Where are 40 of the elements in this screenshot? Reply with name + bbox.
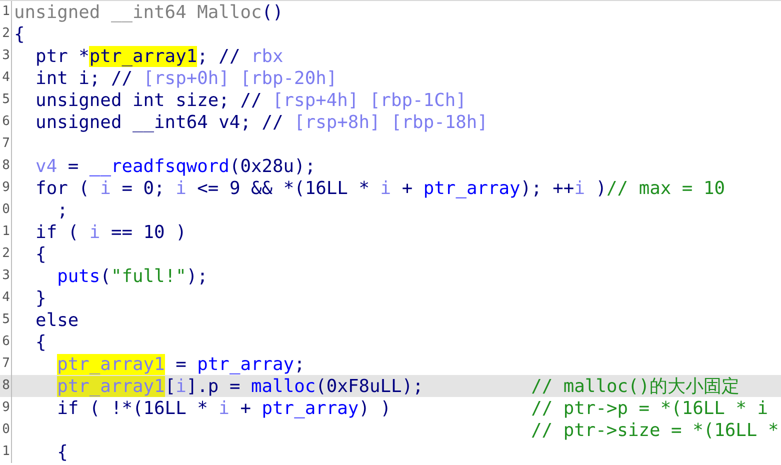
line-number: 6 bbox=[0, 111, 12, 133]
line-number: 1 bbox=[0, 1, 12, 23]
line-number: 4 bbox=[0, 287, 12, 309]
line-number: 1 bbox=[0, 221, 12, 243]
code-line: ptr_array1[i].p = malloc(0xF8uLL); // malloc()的大小固定 bbox=[56, 375, 740, 398]
line-number: 8 bbox=[0, 155, 12, 177]
line-number: 2 bbox=[0, 23, 12, 45]
code-line: ptr_array1 = ptr_array; bbox=[56, 354, 305, 374]
code-line: ptr *ptr_array1; // rbx bbox=[34, 46, 284, 66]
code-line: else bbox=[34, 310, 79, 330]
line-number: 9 bbox=[0, 177, 12, 199]
code-line: } bbox=[34, 288, 46, 308]
code-line: { bbox=[34, 332, 46, 352]
code-line: { bbox=[56, 442, 68, 462]
code-line: ; bbox=[56, 200, 68, 220]
line-number: 2 bbox=[0, 243, 12, 265]
line-number: 3 bbox=[0, 45, 12, 67]
line-number: 0 bbox=[0, 199, 12, 221]
line-number: 1 bbox=[0, 441, 12, 463]
code-line: unsigned __int64 Malloc() bbox=[13, 2, 284, 22]
code-line: int i; // [rsp+0h] [rbp-20h] bbox=[34, 68, 338, 88]
code-line: unsigned __int64 v4; // [rsp+8h] [rbp-18h] bbox=[34, 112, 488, 132]
code-line: if ( !*(16LL * i + ptr_array) ) // ptr->p = *(16LL * i bbox=[56, 398, 768, 418]
code-line: unsigned int size; // [rsp+4h] [rbp-1Ch] bbox=[34, 90, 466, 110]
code-line: puts("full!"); bbox=[56, 266, 208, 286]
line-number: 8 bbox=[0, 375, 12, 397]
line-number: 5 bbox=[0, 89, 12, 111]
code-line: { bbox=[13, 24, 25, 44]
code-line: if ( i == 10 ) bbox=[34, 222, 186, 242]
code-line: // ptr->size = *(16LL * bbox=[530, 420, 779, 440]
code-line: for ( i = 0; i <= 9 && *(16LL * i + ptr_array); ++i )// max = 10 bbox=[34, 178, 725, 198]
line-number: 7 bbox=[0, 133, 12, 155]
line-number: 0 bbox=[0, 419, 12, 441]
line-number: 5 bbox=[0, 309, 12, 331]
code-line: v4 = __readfsqword(0x28u); bbox=[34, 156, 316, 176]
line-number: 9 bbox=[0, 397, 12, 419]
line-number: 6 bbox=[0, 331, 12, 353]
line-number: 3 bbox=[0, 265, 12, 287]
code-line: { bbox=[34, 244, 46, 264]
line-number: 4 bbox=[0, 67, 12, 89]
